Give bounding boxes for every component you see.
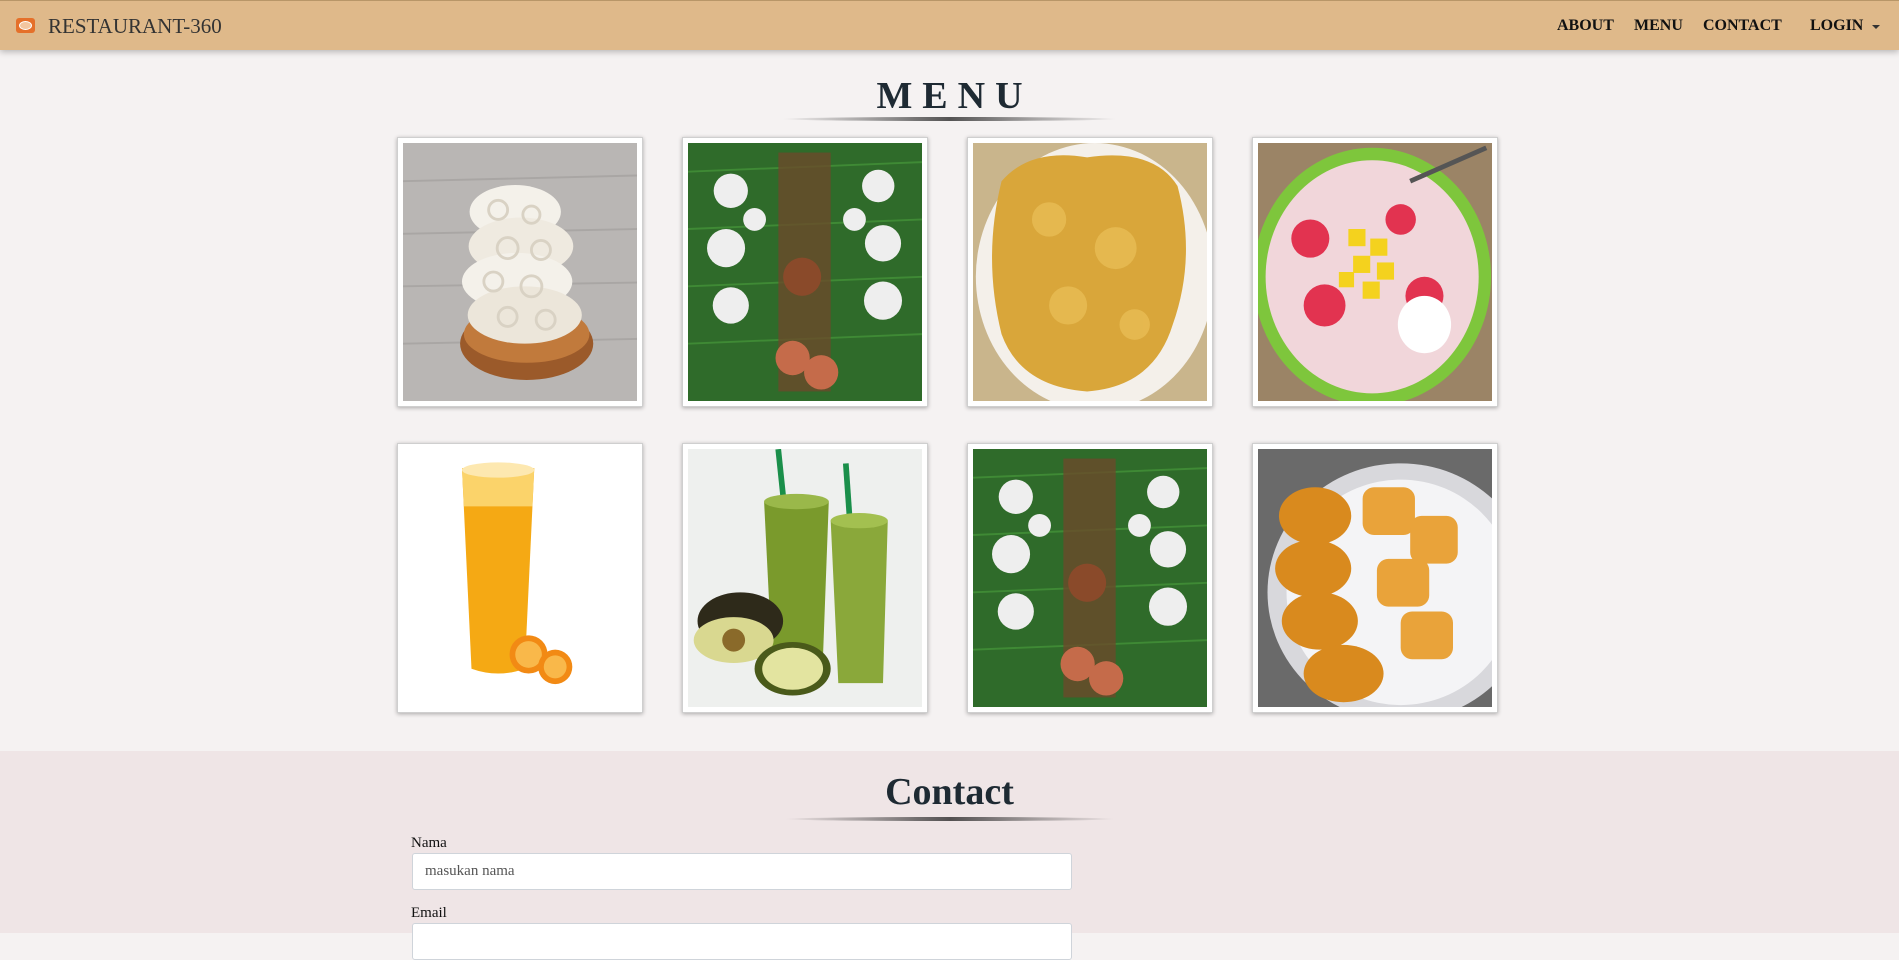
- tempe-tahu-image: [1258, 449, 1492, 707]
- nasi-liwet-image: [688, 143, 922, 401]
- nav-link-menu[interactable]: MENU: [1634, 17, 1683, 35]
- menu-item-tempe-tahu[interactable]: [1252, 443, 1498, 713]
- orange-juice-image: [403, 449, 637, 707]
- menu-title-divider: [782, 117, 1117, 121]
- nav-link-contact[interactable]: CONTACT: [1703, 17, 1782, 35]
- menu-item-kerupuk[interactable]: [397, 137, 643, 407]
- contact-section-title: Contact: [885, 771, 1014, 813]
- name-input[interactable]: [412, 853, 1072, 890]
- nav-link-about[interactable]: ABOUT: [1557, 17, 1614, 35]
- brand-name[interactable]: RESTAURANT-360: [48, 14, 222, 39]
- nasi-liwet-image: [973, 449, 1207, 707]
- navbar: RESTAURANT-360 ABOUT MENU CONTACT LOGIN: [0, 0, 1899, 50]
- contact-section: Contact Nama Email: [0, 751, 1899, 960]
- login-dropdown[interactable]: LOGIN: [1810, 17, 1863, 35]
- menu-item-nasi-liwet[interactable]: [682, 137, 928, 407]
- contact-title-divider: [785, 817, 1115, 821]
- menu-section-title: MENU: [876, 75, 1033, 117]
- omelette-image: [973, 143, 1207, 401]
- menu-item-avocado-juice[interactable]: [682, 443, 928, 713]
- kerupuk-image: [403, 143, 637, 401]
- avocado-juice-image: [688, 449, 922, 707]
- caret-down-icon[interactable]: [1872, 25, 1880, 29]
- menu-item-nasi-liwet-2[interactable]: [967, 443, 1213, 713]
- menu-item-orange-juice[interactable]: [397, 443, 643, 713]
- menu-item-es-campur[interactable]: [1252, 137, 1498, 407]
- name-label: Nama: [411, 835, 447, 851]
- es-campur-image: [1258, 143, 1492, 401]
- restaurant-logo-icon[interactable]: [16, 18, 35, 33]
- email-input[interactable]: [412, 923, 1072, 960]
- menu-item-omelette[interactable]: [967, 137, 1213, 407]
- email-label: Email: [411, 905, 447, 921]
